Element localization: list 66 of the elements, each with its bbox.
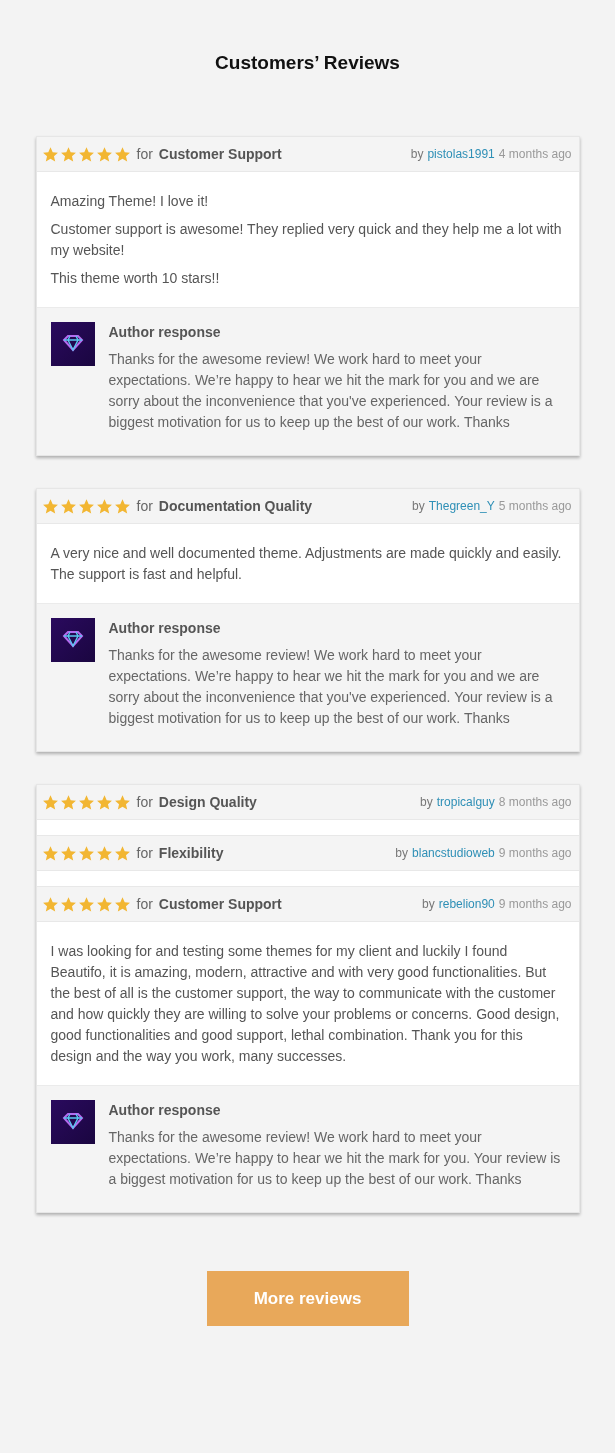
review-text: This theme worth 10 stars!! (50, 269, 221, 288)
star-icon (41, 895, 59, 913)
author-link[interactable]: Thegreen_Y (428, 499, 495, 513)
star-icon (77, 793, 95, 811)
star-icon (59, 895, 77, 913)
diamond-logo-icon (50, 322, 95, 366)
review-text: A very nice and well documented theme. Adjustments are made quickly and easily. The support is fast and helpful. (50, 544, 563, 584)
author-link[interactable]: pistolas1991 (427, 147, 495, 161)
star-icon (59, 844, 77, 862)
star-icon (41, 793, 59, 811)
diamond-logo-icon (50, 618, 95, 662)
star-icon (95, 145, 113, 163)
by-label: by (422, 897, 435, 911)
review-text: I was looking for and testing some themes for my client and luckily I found Beautifo, it is amazing, modern, attractive and with very good functionalities. But the best of all is the customer support, the way to communicate with the customer and how quickly they are willing to solve your problems or concerns. Good design, good functionalities and good support, lethal combination. Thank you for this design and the way you work, many successes. (50, 942, 561, 1066)
star-icon (59, 145, 77, 163)
for-label: for (136, 896, 153, 912)
review-category: Customer Support (158, 146, 282, 162)
star-icon (113, 895, 131, 913)
star-icon (113, 793, 131, 811)
response-text: Thanks for the awesome review! We work hard to meet your expectations. We’re happy to hear we hit the mark for you. Your review is a biggest motivation for us to keep up the best of our work. Thanks (108, 1128, 561, 1189)
response-title: Author response (108, 620, 222, 636)
star-icon (77, 497, 95, 515)
star-icon (113, 497, 131, 515)
star-icon (113, 145, 131, 163)
review-text: Customer support is awesome! They replied very quick and they help me a lot with my website! (50, 220, 563, 260)
response-text: Thanks for the awesome review! We work hard to meet your expectations. We’re happy to hear we hit the mark for you and we are sorry about the inconvenience that you've experienced. Your review is a biggest motivation for us to keep up the best of our work. Thanks (108, 350, 554, 432)
star-icon (59, 497, 77, 515)
review-time: 8 months ago (498, 795, 572, 809)
review-category: Customer Support (158, 896, 282, 912)
review-category: Design Quality (158, 794, 257, 810)
star-icon (77, 895, 95, 913)
review-category: Flexibility (158, 845, 224, 861)
response-title: Author response (108, 324, 222, 340)
review-time: 5 months ago (498, 499, 572, 513)
response-text: Thanks for the awesome review! We work hard to meet your expectations. We’re happy to hear we hit the mark for you and we are sorry about the inconvenience that you've experienced. Your review is a biggest motivation for us to keep up the best of our work. Thanks (108, 646, 554, 728)
star-icon (95, 497, 113, 515)
review-time: 9 months ago (498, 846, 572, 860)
author-link[interactable]: blancstudioweb (412, 846, 495, 860)
by-label: by (410, 147, 424, 161)
for-label: for (136, 498, 153, 514)
review-category: Documentation Quality (158, 498, 313, 514)
diamond-logo-icon (50, 1100, 95, 1144)
by-label: by (395, 846, 409, 860)
author-link[interactable]: tropicalguy (436, 795, 495, 809)
review-time: 9 months ago (498, 897, 572, 911)
response-title: Author response (108, 1102, 222, 1118)
star-icon (95, 895, 113, 913)
star-icon (77, 844, 95, 862)
for-label: for (136, 845, 153, 861)
author-link[interactable]: rebelion90 (438, 897, 495, 911)
star-icon (41, 497, 59, 515)
star-icon (95, 793, 113, 811)
star-icon (95, 844, 113, 862)
review-time: 4 months ago (498, 147, 572, 161)
review-text: Amazing Theme! I love it! (50, 192, 210, 211)
more-reviews-button[interactable]: More reviews (206, 1271, 409, 1326)
star-icon (77, 145, 95, 163)
for-label: for (136, 146, 153, 162)
star-icon (41, 145, 59, 163)
by-label: by (420, 795, 433, 809)
star-icon (113, 844, 131, 862)
by-label: by (412, 499, 425, 513)
section-title: Customers’ Reviews (215, 52, 400, 74)
for-label: for (136, 794, 153, 810)
star-icon (59, 793, 77, 811)
star-icon (41, 844, 59, 862)
